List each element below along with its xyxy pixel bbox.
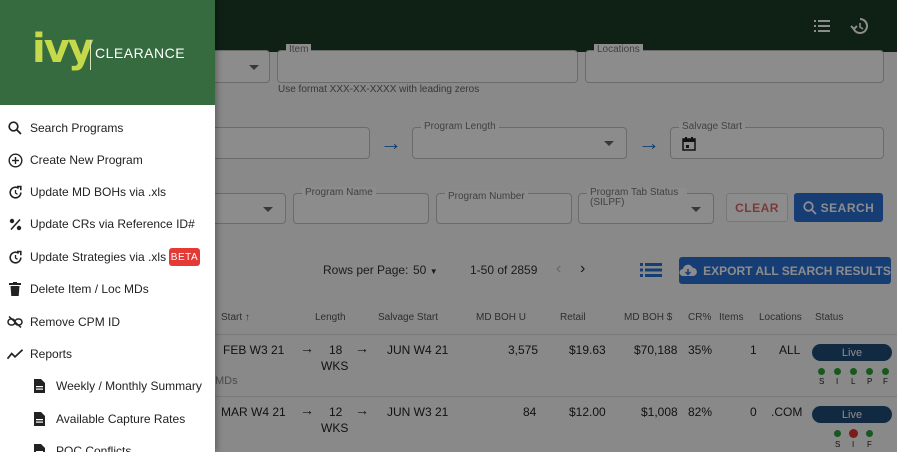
ivy-logo: ivy <box>32 26 94 72</box>
trash-icon <box>7 281 23 297</box>
navigation-drawer: ivy CLEARANCE Search Programs Create New… <box>0 0 215 452</box>
nav-label: Reports <box>30 347 73 361</box>
beta-badge: BETA <box>169 248 200 266</box>
nav-delete-item-loc-mds[interactable]: Delete Item / Loc MDs <box>0 274 215 304</box>
nav-label: Create New Program <box>30 153 143 167</box>
document-icon <box>31 411 47 427</box>
nav-label: POC Conflicts <box>56 444 132 452</box>
document-icon <box>31 443 47 452</box>
nav-label: Update CRs via Reference ID# <box>30 217 195 231</box>
nav-reports[interactable]: Reports <box>0 339 215 369</box>
nav-label: Weekly / Monthly Summary <box>56 379 202 393</box>
update-icon <box>7 249 23 265</box>
app-name: CLEARANCE <box>95 45 186 61</box>
nav-poc-conflicts[interactable]: POC Conflicts <box>0 436 215 452</box>
nav-label: Update MD BOHs via .xls <box>30 185 167 199</box>
nav-label: Search Programs <box>30 121 124 135</box>
link-off-icon <box>7 314 23 330</box>
nav-label: Remove CPM ID <box>30 315 121 329</box>
nav-remove-cpm-id[interactable]: Remove CPM ID <box>0 307 215 337</box>
nav-weekly-monthly-summary[interactable]: Weekly / Monthly Summary <box>0 371 215 401</box>
nav-create-new-program[interactable]: Create New Program <box>0 145 215 175</box>
nav-search-programs[interactable]: Search Programs <box>0 113 215 143</box>
document-icon <box>31 378 47 394</box>
logo-divider <box>90 40 91 70</box>
nav-update-md-bohs[interactable]: Update MD BOHs via .xls <box>0 177 215 207</box>
nav-update-strategies[interactable]: Update Strategies via .xls BETA <box>0 242 215 272</box>
drawer-header: ivy CLEARANCE <box>0 0 215 105</box>
nav-available-capture-rates[interactable]: Available Capture Rates <box>0 404 215 434</box>
nav-label: Delete Item / Loc MDs <box>30 282 149 296</box>
update-icon <box>7 184 23 200</box>
nav-label: Available Capture Rates <box>56 412 186 426</box>
trending-icon <box>7 346 23 362</box>
search-icon <box>7 120 23 136</box>
nav-label: Update Strategies via .xls <box>30 250 167 264</box>
nav-update-crs[interactable]: Update CRs via Reference ID# <box>0 209 215 239</box>
percent-icon <box>7 216 23 232</box>
add-circle-icon <box>7 152 23 168</box>
